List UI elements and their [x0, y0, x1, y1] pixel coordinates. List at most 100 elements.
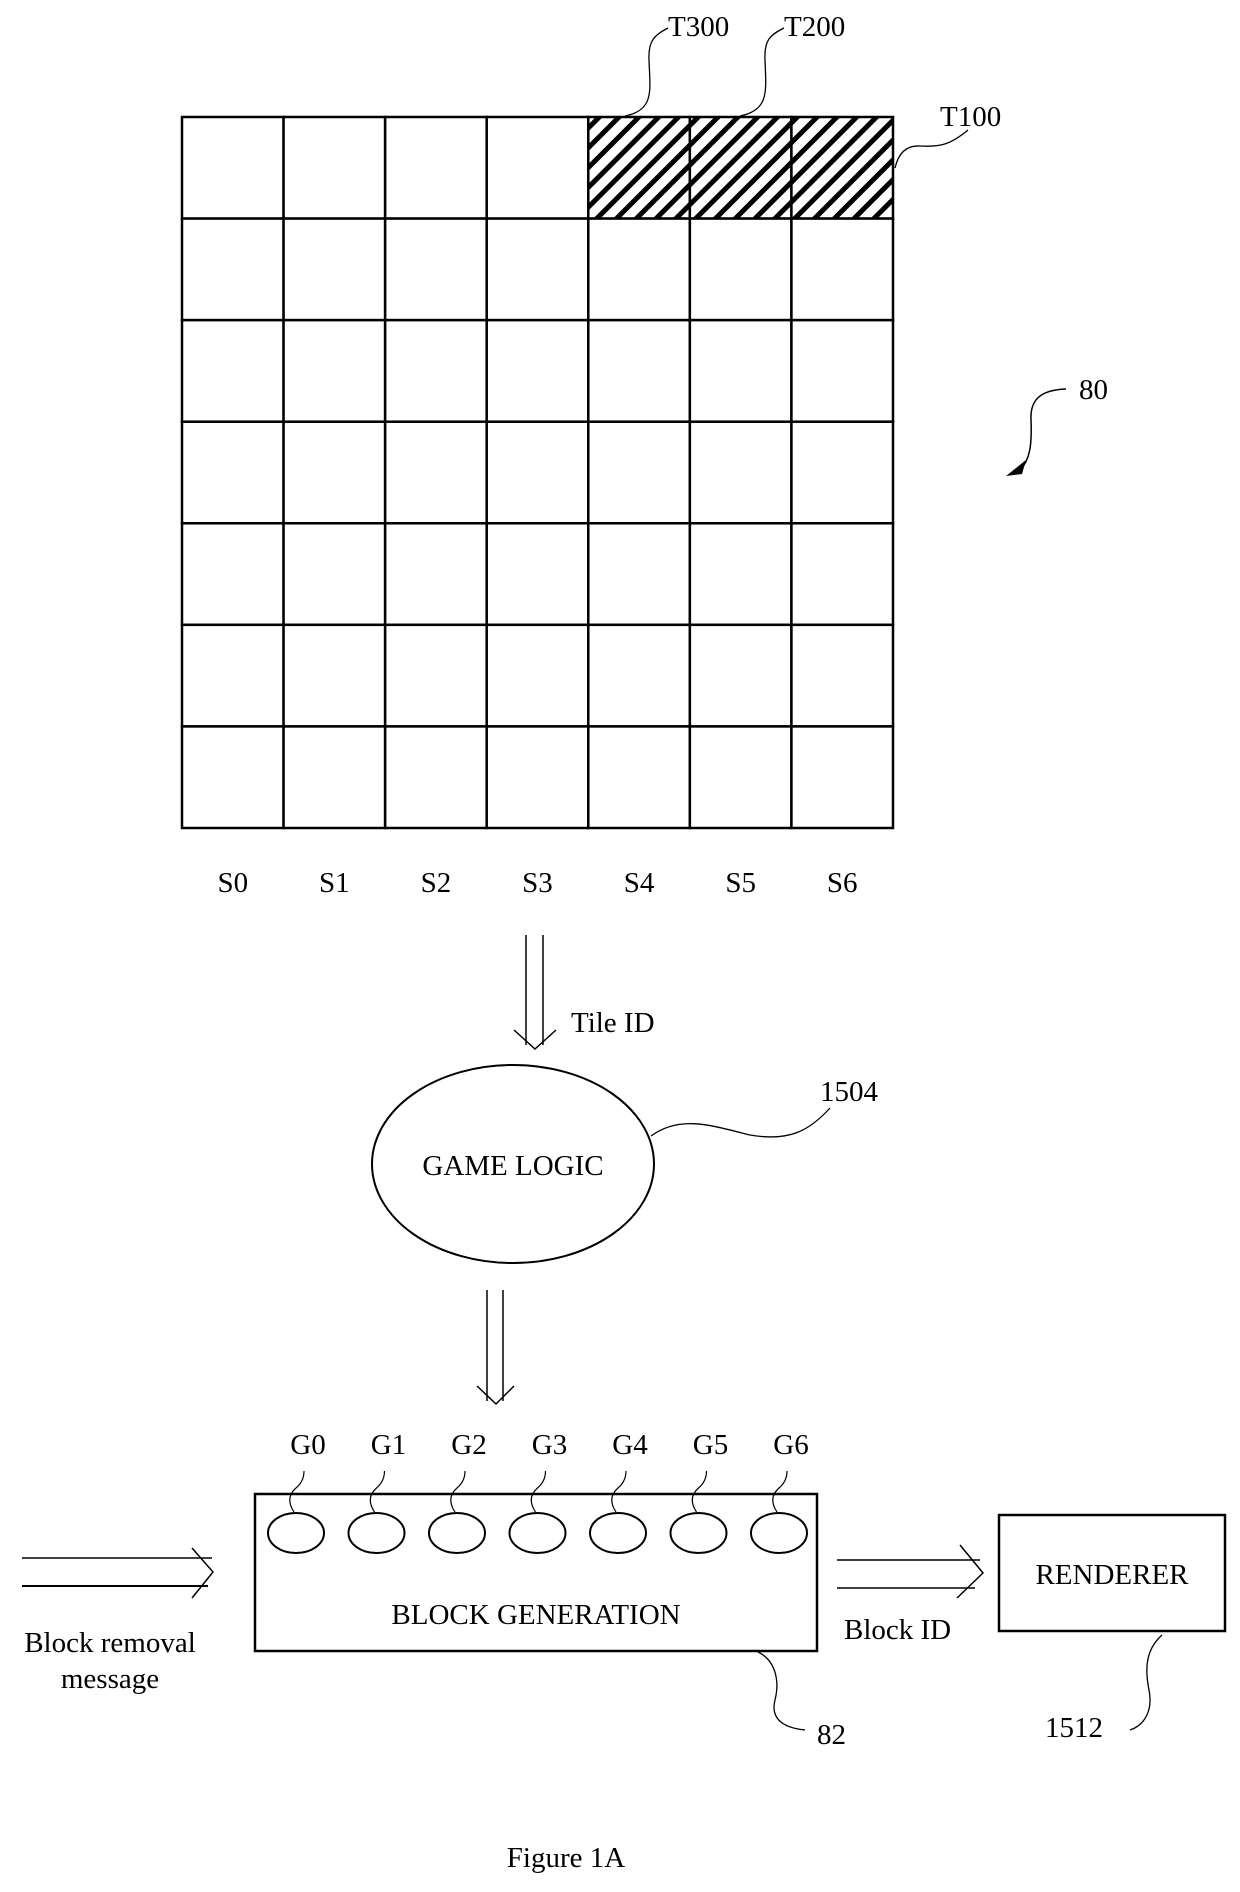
- grid-tile: [688, 725, 793, 830]
- generator-leader: [772, 1470, 788, 1513]
- grid-tile: [485, 522, 590, 627]
- ref-80-leader: [1019, 388, 1067, 471]
- ref-1512-label: 1512: [1045, 1712, 1103, 1744]
- grid-tile: [383, 115, 488, 220]
- grid-tile: [790, 420, 895, 525]
- generator-leader: [450, 1470, 466, 1513]
- game-logic-label: GAME LOGIC: [422, 1150, 603, 1182]
- generator-leader: [691, 1470, 708, 1513]
- grid-tile: [180, 115, 285, 220]
- ref-80-label: 80: [1079, 374, 1108, 406]
- label-t100: T100: [940, 101, 1001, 133]
- grid-tile: [790, 217, 895, 322]
- generator-slot: [508, 1512, 567, 1554]
- grid-tile: [688, 522, 793, 627]
- grid-tile: [282, 522, 387, 627]
- generator-label: G4: [612, 1429, 648, 1461]
- grid-tile: [485, 318, 590, 423]
- grid-tile: [587, 623, 692, 728]
- block-id-label: Block ID: [844, 1614, 951, 1646]
- grid-tile: [383, 623, 488, 728]
- column-label: S6: [827, 867, 858, 899]
- leader-t300: [624, 27, 669, 117]
- grid-tile: [282, 115, 387, 220]
- column-label: S5: [725, 867, 756, 899]
- figure-diagram: S0 S1 S2 S3 S4 S5 S6 T300 T200 T100 80 Tile ID…: [22, 11, 1227, 1874]
- ref-82-leader: [757, 1651, 806, 1731]
- grid-tile: [790, 725, 895, 830]
- ref-1504-label: 1504: [820, 1076, 879, 1108]
- ref-1512-leader: [1129, 1634, 1163, 1731]
- block-removal-arrow-icon: [22, 1547, 214, 1599]
- grid-tile: [282, 420, 387, 525]
- renderer-label: RENDERER: [1035, 1559, 1189, 1591]
- grid-tile: [688, 420, 793, 525]
- ref-82-label: 82: [817, 1719, 846, 1751]
- generator-slot: [669, 1512, 728, 1554]
- grid-tile: [180, 318, 285, 423]
- grid-tile: [485, 217, 590, 322]
- tile-t300: [587, 115, 692, 220]
- grid-tile: [587, 725, 692, 830]
- grid-tile: [587, 522, 692, 627]
- generator-leader: [289, 1470, 305, 1513]
- column-label: S4: [624, 867, 655, 899]
- figure-caption: Figure 1A: [507, 1842, 625, 1874]
- grid-tile: [587, 420, 692, 525]
- column-label: S3: [522, 867, 553, 899]
- grid-tile: [383, 318, 488, 423]
- grid-tile: [282, 318, 387, 423]
- generator-label: G1: [371, 1429, 406, 1461]
- grid-tile: [383, 217, 488, 322]
- block-removal-label-line2: message: [61, 1663, 159, 1695]
- column-labels: S0 S1 S2 S3 S4 S5 S6: [217, 867, 857, 899]
- tile-grid: [180, 115, 895, 830]
- grid-tile: [587, 217, 692, 322]
- block-id-arrow-icon: [837, 1544, 985, 1599]
- grid-tile: [790, 623, 895, 728]
- generator-leader: [530, 1470, 547, 1513]
- grid-tile: [383, 420, 488, 525]
- grid-tile: [688, 318, 793, 423]
- generator-leader: [611, 1470, 627, 1513]
- tile-t200: [688, 115, 793, 220]
- grid-tile: [180, 217, 285, 322]
- grid-tile: [282, 725, 387, 830]
- generator-slot: [347, 1512, 406, 1554]
- label-t200: T200: [784, 11, 845, 43]
- tile-id-arrow-icon: [513, 935, 557, 1051]
- column-label: S1: [319, 867, 350, 899]
- leader-t200: [739, 27, 785, 117]
- grid-tile: [790, 318, 895, 423]
- generator-label: G0: [290, 1429, 325, 1461]
- generator-slot: [267, 1512, 325, 1554]
- block-removal-label-line1: Block removal: [24, 1627, 196, 1659]
- grid-tile: [485, 725, 590, 830]
- grid-tile: [180, 522, 285, 627]
- generator-label: G6: [773, 1429, 808, 1461]
- grid-tile: [180, 623, 285, 728]
- grid-tile: [790, 522, 895, 627]
- generator-slot: [589, 1512, 647, 1554]
- column-label: S2: [421, 867, 452, 899]
- generator-label: G2: [451, 1429, 486, 1461]
- grid-tile: [485, 420, 590, 525]
- generator-slot: [750, 1512, 808, 1554]
- block-generation-label: BLOCK GENERATION: [391, 1599, 680, 1631]
- tile-t100: [790, 115, 895, 220]
- grid-tile: [688, 623, 793, 728]
- label-t300: T300: [668, 11, 729, 43]
- grid-tile: [383, 522, 488, 627]
- grid-tile: [688, 217, 793, 322]
- leader-t100: [894, 129, 969, 169]
- grid-tile: [485, 115, 590, 220]
- grid-tile: [282, 217, 387, 322]
- generator-leader: [369, 1470, 386, 1513]
- grid-tile: [180, 725, 285, 830]
- ref-80-arrowhead-icon: [1006, 460, 1026, 476]
- tile-id-label: Tile ID: [571, 1007, 655, 1039]
- game-logic-to-block-arrow-icon: [476, 1290, 515, 1406]
- column-label: S0: [217, 867, 248, 899]
- generator-slots: G0 G1 G2 G3 G4 G5 G6: [267, 1429, 809, 1554]
- grid-tile: [587, 318, 692, 423]
